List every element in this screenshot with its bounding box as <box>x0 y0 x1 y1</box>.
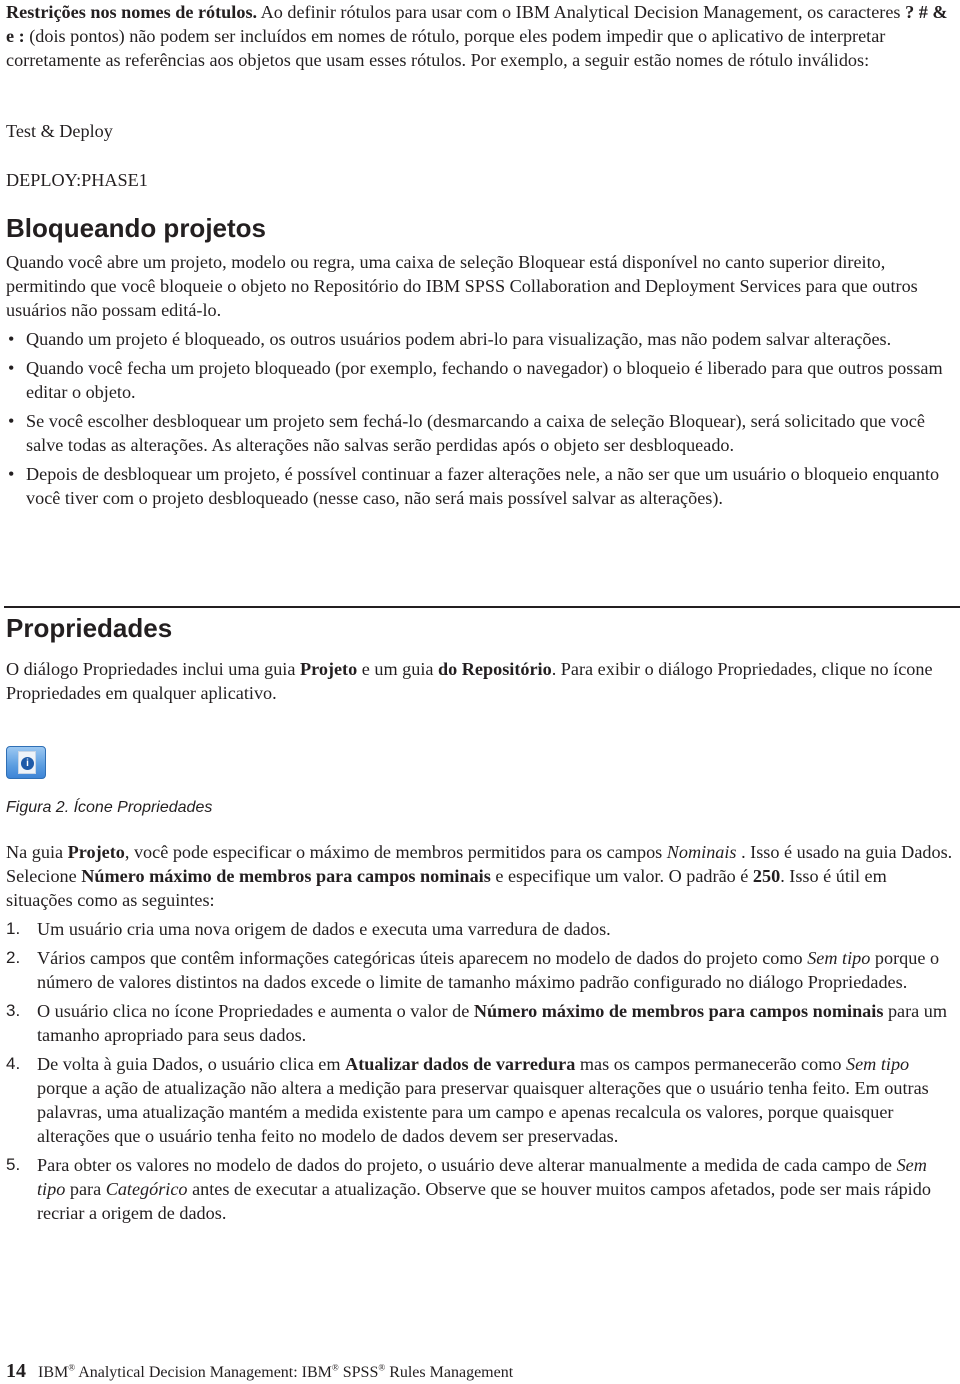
list-item: • Quando um projeto é bloqueado, os outro… <box>8 329 892 349</box>
page-number: 14 <box>6 1360 26 1382</box>
locking-heading: Bloqueando projetos <box>6 213 266 243</box>
properties-paragraph-2: Na guia Projeto, você pode especificar o… <box>6 842 953 910</box>
list-item: 2. Vários campos que contêm informações c… <box>6 948 940 992</box>
list-item: 5. Para obter os valores no modelo de dad… <box>6 1155 931 1223</box>
list-item: • Depois de desbloquear um projeto, é pos… <box>8 464 940 508</box>
properties-intro: O diálogo Propriedades inclui uma guia P… <box>6 659 933 703</box>
section-divider <box>4 606 960 608</box>
info-icon: i <box>21 757 34 770</box>
page-footer: 14 IBM® Analytical Decision Management: I… <box>6 1360 514 1382</box>
locking-bullet-list: • Quando um projeto é bloqueado, os outro… <box>6 327 956 510</box>
bullet-icon: • <box>8 329 15 349</box>
tab-name-projeto: Projeto <box>299 659 358 679</box>
figure-caption: Figura 2. Ícone Propriedades <box>6 799 213 816</box>
bullet-icon: • <box>8 358 15 378</box>
list-item: 1. Um usuário cria uma nova origem de dad… <box>6 919 611 939</box>
steps-list: 1. Um usuário cria uma nova origem de dad… <box>6 917 956 1230</box>
list-item: • Quando você fecha um projeto bloqueado … <box>8 358 943 402</box>
properties-heading: Propriedades <box>6 613 173 643</box>
list-item: • Se você escolher desbloquear um projeto… <box>8 411 925 455</box>
tab-name-repositorio: do Repositório <box>438 659 552 679</box>
default-value: 250 <box>752 866 781 886</box>
locking-section: Quando você abre um projeto, modelo ou r… <box>6 250 956 515</box>
bullet-icon: • <box>8 464 15 484</box>
list-item: 4. De volta à guia Dados, o usuário clica… <box>6 1054 929 1146</box>
invalid-label-example-1: Test & Deploy <box>6 121 113 141</box>
invalid-label-example-2: DEPLOY:PHASE1 <box>6 170 148 190</box>
bullet-icon: • <box>8 411 15 431</box>
label-restrictions-lead: Restrições nos nomes de rótulos. <box>6 2 258 22</box>
properties-icon: i <box>6 746 46 779</box>
list-item: 3. O usuário clica no ícone Propriedades … <box>6 1001 948 1045</box>
label-restrictions-paragraph: Restrições nos nomes de rótulos. Ao defi… <box>6 2 948 70</box>
locking-paragraph: Quando você abre um projeto, modelo ou r… <box>6 252 918 320</box>
